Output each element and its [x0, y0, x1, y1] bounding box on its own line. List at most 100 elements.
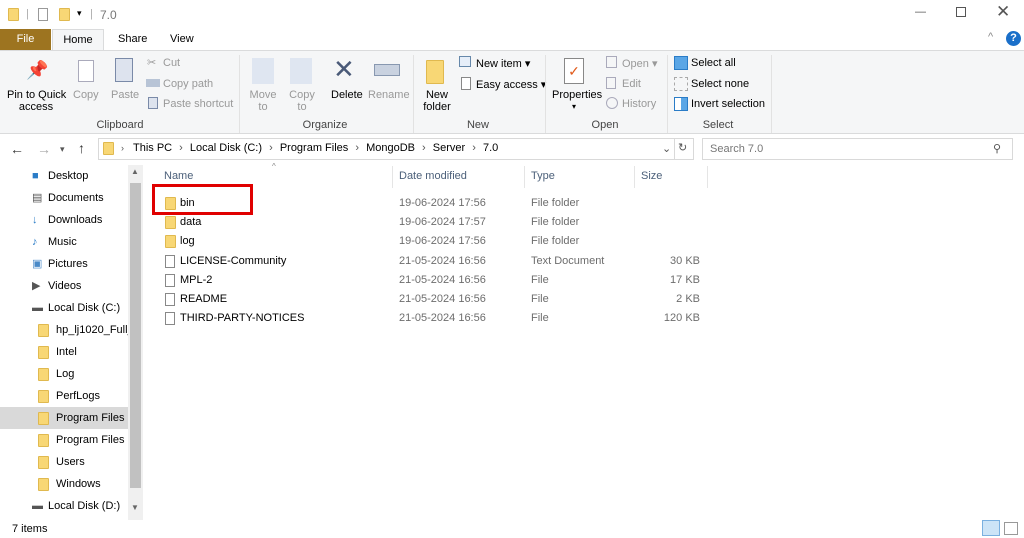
search-input[interactable]: Search 7.0 ⚲: [702, 138, 1013, 160]
properties-button[interactable]: Properties: [552, 89, 602, 101]
chevron-right-icon[interactable]: ›: [352, 142, 362, 154]
sidebar-scrollbar[interactable]: ▲ ▼: [128, 165, 143, 520]
sidebar-item-label: Users: [56, 456, 85, 468]
sidebar-item[interactable]: Program Files: [0, 407, 128, 429]
tab-view[interactable]: View: [170, 33, 194, 45]
sidebar-item[interactable]: Users: [0, 451, 128, 473]
sidebar-item[interactable]: ▬ Local Disk (D:): [0, 495, 128, 517]
copy-button[interactable]: Copy: [73, 89, 99, 101]
sidebar-item[interactable]: Windows: [0, 473, 128, 495]
sidebar-item[interactable]: ▶ Videos: [0, 275, 128, 297]
drive-icon: ▬: [32, 302, 43, 314]
copy-path-button[interactable]: Copy path: [163, 78, 213, 90]
select-all-button[interactable]: Select all: [691, 57, 736, 69]
easy-access-button[interactable]: Easy access ▾: [476, 78, 546, 91]
chevron-right-icon[interactable]: ›: [266, 142, 276, 154]
pin-icon: 📌: [26, 60, 49, 80]
tab-share[interactable]: Share: [118, 33, 147, 45]
file-row[interactable]: THIRD-PARTY-NOTICES 21-05-2024 16:56 File 1…: [150, 309, 710, 328]
invert-selection-button[interactable]: Invert selection: [691, 98, 765, 110]
paste-shortcut-button[interactable]: Paste shortcut: [163, 98, 233, 110]
paste-icon: [115, 58, 133, 82]
help-icon[interactable]: ?: [1006, 31, 1021, 46]
file-row[interactable]: LICENSE-Community 21-05-2024 16:56 Text Do…: [150, 252, 710, 271]
file-row[interactable]: README 21-05-2024 16:56 File 2 KB: [150, 290, 710, 309]
organize-group-label: Organize: [302, 119, 348, 131]
details-view-button[interactable]: [982, 520, 1000, 536]
open-button[interactable]: Open ▾: [622, 57, 658, 70]
file-name: LICENSE-Community: [180, 254, 287, 267]
delete-button[interactable]: Delete: [331, 89, 363, 101]
breadcrumb-item[interactable]: This PC: [133, 142, 172, 154]
select-none-button[interactable]: Select none: [691, 78, 749, 90]
sidebar-item[interactable]: ▣ Pictures: [0, 253, 128, 275]
file-type: File: [531, 312, 549, 325]
history-button[interactable]: History: [622, 98, 656, 110]
tab-file[interactable]: File: [0, 29, 51, 50]
scrollbar-thumb[interactable]: [130, 183, 141, 488]
file-row[interactable]: data 19-06-2024 17:57 File folder: [150, 213, 710, 232]
sidebar-item[interactable]: ■ Desktop: [0, 165, 128, 187]
move-to-button[interactable]: Move to: [249, 89, 277, 113]
back-button[interactable]: ←: [10, 141, 24, 157]
refresh-button[interactable]: ↻: [678, 141, 687, 154]
folder-icon: [38, 434, 49, 447]
copy-to-button[interactable]: Copy to: [288, 89, 316, 113]
sidebar-item-label: Documents: [48, 192, 104, 204]
minimize-button[interactable]: —: [915, 6, 926, 18]
sidebar-item[interactable]: hp_lj1020_Full_: [0, 319, 128, 341]
sidebar-item[interactable]: Program Files (: [0, 429, 128, 451]
pin-to-quick-access-button[interactable]: Pin to Quick access: [7, 89, 66, 113]
up-button[interactable]: ↑: [78, 140, 85, 156]
column-header-date[interactable]: Date modified: [399, 170, 467, 182]
close-button[interactable]: ✕: [996, 2, 1010, 22]
chevron-right-icon[interactable]: ›: [419, 142, 429, 154]
maximize-button[interactable]: [956, 7, 966, 17]
column-header-type[interactable]: Type: [531, 170, 555, 182]
file-row[interactable]: log 19-06-2024 17:56 File folder: [150, 232, 710, 251]
chevron-right-icon[interactable]: ›: [176, 142, 186, 154]
paste-button[interactable]: Paste: [111, 89, 139, 101]
collapse-ribbon-icon[interactable]: ^: [988, 31, 993, 43]
sidebar-item[interactable]: ▬ Local Disk (C:): [0, 297, 128, 319]
address-dropdown-icon[interactable]: ⌄: [662, 142, 671, 155]
recent-locations-button[interactable]: ▾: [60, 144, 65, 155]
sidebar-item[interactable]: ♪ Music: [0, 231, 128, 253]
address-bar[interactable]: › This PC › Local Disk (C:) › Program Fi…: [98, 138, 694, 160]
sidebar-item-label: Local Disk (C:): [48, 302, 121, 314]
status-item-count: 7 items: [12, 523, 48, 535]
folder-icon: [8, 8, 19, 21]
breadcrumb-item[interactable]: 7.0: [483, 142, 498, 154]
tab-home[interactable]: Home: [52, 29, 104, 51]
column-header-size[interactable]: Size: [641, 170, 662, 182]
rename-button[interactable]: Rename: [368, 89, 410, 101]
qat-dropdown-icon[interactable]: ▾: [77, 8, 82, 19]
properties-qat-icon[interactable]: [38, 8, 48, 21]
folder-icon: [38, 368, 49, 381]
breadcrumb-item[interactable]: Program Files: [280, 142, 348, 154]
breadcrumb-item[interactable]: Server: [433, 142, 465, 154]
file-name: README: [180, 293, 228, 305]
sidebar-item[interactable]: Log: [0, 363, 128, 385]
invert-selection-icon: [674, 97, 688, 111]
column-header-name[interactable]: Name: [164, 170, 193, 182]
new-item-button[interactable]: New item ▾: [476, 57, 530, 70]
cut-button[interactable]: Cut: [163, 57, 180, 69]
file-type: File folder: [531, 235, 580, 248]
new-folder-qat-icon[interactable]: [59, 8, 70, 21]
breadcrumb-item[interactable]: MongoDB: [366, 142, 415, 154]
music-icon: ♪: [32, 236, 38, 248]
forward-button[interactable]: →: [37, 141, 51, 157]
sidebar-item[interactable]: ↓ Downloads: [0, 209, 128, 231]
breadcrumb-item[interactable]: Local Disk (C:): [190, 142, 262, 154]
chevron-right-icon[interactable]: ›: [469, 142, 479, 154]
open-icon: [606, 56, 617, 68]
properties-dropdown-icon[interactable]: ▾: [572, 102, 576, 111]
file-row[interactable]: MPL-2 21-05-2024 16:56 File 17 KB: [150, 271, 710, 290]
sidebar-item[interactable]: ▤ Documents: [0, 187, 128, 209]
large-icons-view-button[interactable]: [1004, 522, 1018, 535]
sidebar-item[interactable]: Intel: [0, 341, 128, 363]
edit-button[interactable]: Edit: [622, 78, 641, 90]
new-folder-button[interactable]: New folder: [422, 89, 452, 113]
sidebar-item[interactable]: PerfLogs: [0, 385, 128, 407]
